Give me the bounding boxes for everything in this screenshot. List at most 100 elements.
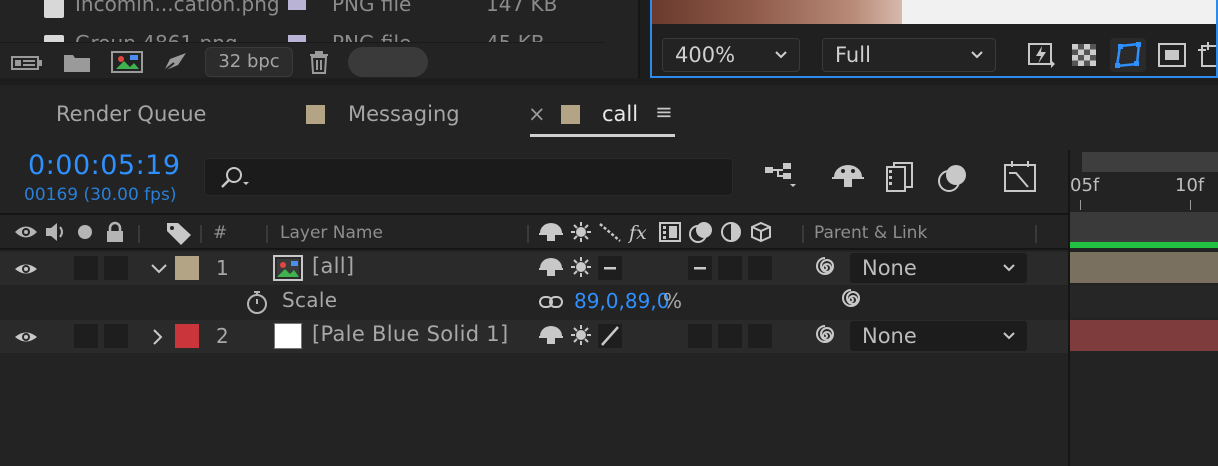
adjustment-switch[interactable] xyxy=(718,256,742,280)
tab-messaging[interactable]: Messaging xyxy=(348,102,460,126)
layer-name[interactable]: [all] xyxy=(312,254,354,278)
work-area-track[interactable] xyxy=(1070,212,1218,242)
close-tab-icon[interactable]: × xyxy=(528,102,546,126)
layer-number: 2 xyxy=(216,324,229,348)
motion-blur-switch-icon[interactable] xyxy=(934,159,974,195)
new-composition-icon[interactable] xyxy=(110,49,143,75)
layer-label-color[interactable] xyxy=(175,324,199,348)
shy-layers-icon[interactable] xyxy=(828,159,868,195)
eye-icon[interactable] xyxy=(14,221,38,243)
layer-label-color[interactable] xyxy=(175,256,199,280)
constrain-proportions-icon[interactable] xyxy=(538,293,564,311)
ruler-tick xyxy=(1080,200,1081,210)
column-parent-link[interactable]: Parent & Link xyxy=(814,223,927,243)
fast-previews-icon[interactable] xyxy=(1024,38,1060,72)
composition-flowchart-icon[interactable] xyxy=(761,159,801,195)
effect-fx-icon[interactable]: fx xyxy=(628,221,654,243)
collapse-transform-icon[interactable] xyxy=(570,324,592,346)
motion-blur-icon[interactable] xyxy=(160,49,190,75)
file-row[interactable]: Incomin...cation.png PNG file 147 KB xyxy=(0,0,640,26)
graph-editor-icon[interactable] xyxy=(1000,159,1040,195)
quality-icon[interactable] xyxy=(598,221,622,243)
resolution-dropdown[interactable]: Full xyxy=(822,38,996,72)
composition-layer-icon xyxy=(272,254,304,282)
lock-switch[interactable] xyxy=(104,324,128,348)
mask-visibility-icon[interactable] xyxy=(1110,38,1146,72)
property-name: Scale xyxy=(282,288,338,312)
layer-duration-bar[interactable] xyxy=(1070,252,1218,283)
3d-layer-icon[interactable] xyxy=(750,221,772,243)
solo-icon[interactable] xyxy=(76,221,94,243)
time-navigator[interactable] xyxy=(1082,152,1218,172)
adjustment-switch[interactable] xyxy=(718,324,742,348)
eye-icon[interactable] xyxy=(14,258,38,280)
file-type: PNG file xyxy=(332,0,412,16)
column-layer-name[interactable]: Layer Name xyxy=(280,223,383,243)
frame-blending-icon[interactable] xyxy=(882,159,922,195)
parent-dropdown[interactable]: None xyxy=(850,253,1027,283)
column-separator xyxy=(802,225,804,243)
quality-switch[interactable] xyxy=(598,256,622,280)
trash-icon[interactable] xyxy=(306,49,336,75)
current-time-display[interactable]: 0:00:05:19 xyxy=(28,150,181,181)
3d-switch[interactable] xyxy=(748,324,772,348)
resolution-value: Full xyxy=(835,43,871,67)
thumbnail-size-slider[interactable] xyxy=(348,47,428,77)
magnification-dropdown[interactable]: 400% xyxy=(662,38,800,72)
lock-switch[interactable] xyxy=(104,256,128,280)
work-area-bar[interactable] xyxy=(1070,242,1218,248)
layer-row[interactable]: 2 [Pale Blue Solid 1] None xyxy=(0,320,1068,353)
time-graph[interactable]: 05f 10f xyxy=(1068,150,1218,466)
frame-blend-switch-icon[interactable] xyxy=(658,221,682,243)
collapse-transform-icon[interactable] xyxy=(570,256,592,278)
chevron-down-icon xyxy=(1001,253,1017,283)
motion-blur-switch[interactable] xyxy=(688,324,712,348)
region-of-interest-icon[interactable] xyxy=(1154,38,1190,72)
toggle-guides-icon[interactable] xyxy=(1196,38,1216,72)
column-separator xyxy=(527,225,529,243)
solo-switch[interactable] xyxy=(74,324,98,348)
motion-blur-switch-icon[interactable] xyxy=(688,221,714,243)
label-swatch xyxy=(561,105,580,124)
interpret-footage-icon[interactable] xyxy=(10,49,42,75)
column-separator xyxy=(138,225,140,243)
panel-menu-icon[interactable]: ≡ xyxy=(655,100,673,124)
scale-value[interactable]: 89,0,89,0 xyxy=(574,289,669,313)
bit-depth-button[interactable]: 32 bpc xyxy=(205,47,293,77)
column-separator xyxy=(200,225,202,243)
chevron-down-icon[interactable] xyxy=(150,258,168,280)
pick-whip-icon[interactable] xyxy=(812,255,838,281)
layer-duration-bar[interactable] xyxy=(1070,320,1218,351)
shy-switch-icon[interactable] xyxy=(538,221,564,243)
label-tag-icon[interactable] xyxy=(165,221,193,245)
3d-switch[interactable] xyxy=(748,256,772,280)
collapse-transform-icon[interactable] xyxy=(570,221,592,243)
tab-call[interactable]: call xyxy=(602,102,638,126)
layer-search-input[interactable] xyxy=(204,158,733,196)
solid-color-icon xyxy=(274,323,302,349)
eye-icon[interactable] xyxy=(14,326,38,348)
lock-icon[interactable] xyxy=(104,221,126,243)
label-swatch xyxy=(288,0,306,10)
transparency-grid-icon[interactable] xyxy=(1066,38,1102,72)
shy-switch-icon[interactable] xyxy=(538,324,564,346)
layer-name[interactable]: [Pale Blue Solid 1] xyxy=(312,322,508,346)
stopwatch-icon[interactable] xyxy=(244,289,270,315)
solo-switch[interactable] xyxy=(74,256,98,280)
parent-dropdown[interactable]: None xyxy=(850,321,1027,351)
column-number[interactable]: # xyxy=(213,223,227,243)
scale-unit: % xyxy=(663,289,683,313)
motion-blur-switch[interactable] xyxy=(688,256,712,280)
layer-row[interactable]: 1 [all] None xyxy=(0,252,1068,285)
shy-switch-icon[interactable] xyxy=(538,256,564,278)
adjustment-layer-icon[interactable] xyxy=(720,221,742,243)
chevron-right-icon[interactable] xyxy=(148,326,166,348)
audio-icon[interactable] xyxy=(44,221,68,243)
folder-icon[interactable] xyxy=(62,49,92,75)
quality-switch[interactable] xyxy=(598,324,622,348)
timeline-tabs: Render Queue Messaging × call ≡ xyxy=(0,85,1218,141)
tab-render-queue[interactable]: Render Queue xyxy=(56,102,206,126)
pick-whip-icon[interactable] xyxy=(812,323,838,349)
composition-preview xyxy=(652,0,1216,24)
expression-pick-whip-icon[interactable] xyxy=(838,287,864,313)
